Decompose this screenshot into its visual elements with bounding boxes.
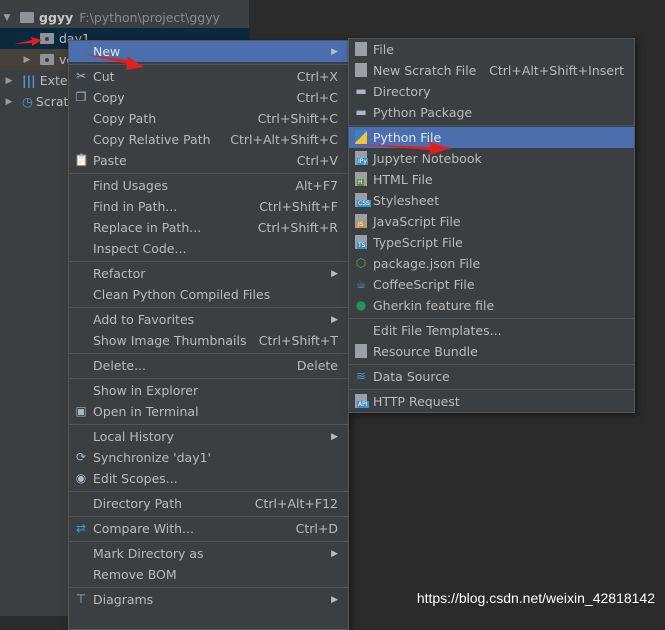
red-arrow-1 bbox=[14, 37, 42, 46]
red-arrow-2 bbox=[84, 54, 144, 70]
watermark: https://blog.csdn.net/weixin_42818142 bbox=[416, 590, 655, 606]
red-arrow-3 bbox=[352, 142, 451, 155]
annotation-arrows bbox=[14, 37, 451, 155]
